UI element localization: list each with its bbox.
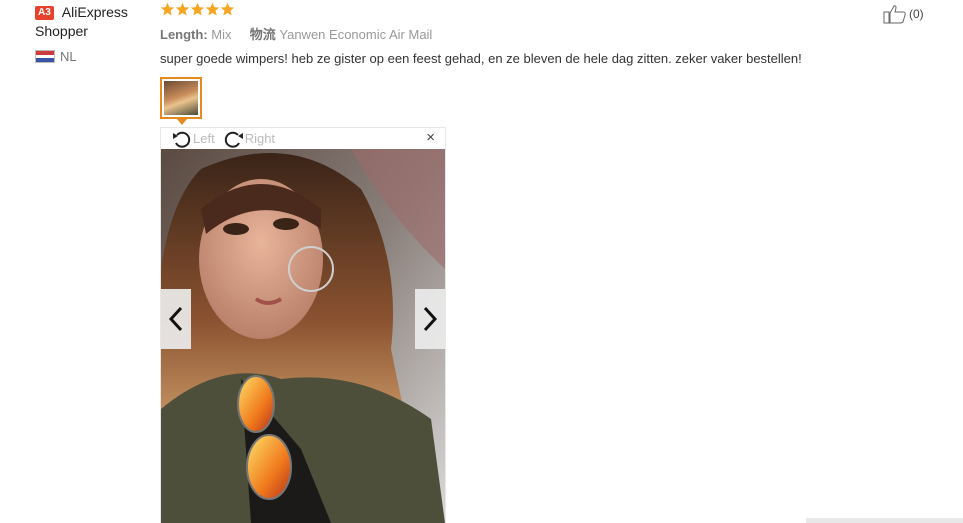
star-rating <box>160 2 860 20</box>
review-page: A3 AliExpress Shopper NL Length: Mix 物流 … <box>0 0 963 523</box>
reviewer-info: A3 AliExpress Shopper NL <box>35 4 155 64</box>
helpful-count: (0) <box>909 7 924 21</box>
reviewer-name-continued: Shopper <box>35 23 88 39</box>
star-icon <box>190 2 205 16</box>
rotate-right-button[interactable]: Right <box>223 129 275 149</box>
rotate-right-label: Right <box>244 131 276 146</box>
rotate-left-label: Left <box>193 131 215 146</box>
country-code: NL <box>60 49 77 64</box>
shipping-value: Yanwen Economic Air Mail <box>279 27 433 42</box>
rotate-left-icon <box>173 131 191 148</box>
star-icon <box>220 2 235 16</box>
horizontal-scrollbar[interactable] <box>806 518 963 523</box>
star-icon <box>175 2 190 16</box>
level-badge: A3 <box>35 5 54 20</box>
length-label: Length: <box>160 27 208 42</box>
chevron-right-icon <box>423 306 438 332</box>
review-photo-thumbnail[interactable] <box>160 77 202 119</box>
review-photo <box>161 149 445 523</box>
review-text: super goede wimpers! heb ze gister op ee… <box>160 51 802 66</box>
photo-image <box>161 149 445 523</box>
reviewer-name: AliExpress <box>61 4 128 20</box>
thumbs-up-icon <box>883 5 906 24</box>
thumbnail-image <box>164 81 198 115</box>
reviewer-name-row: A3 AliExpress <box>35 4 155 21</box>
length-value: Mix <box>211 27 232 42</box>
review-content: Length: Mix 物流 Yanwen Economic Air Mail … <box>160 2 860 125</box>
photo-viewer: Left Right × <box>160 127 446 523</box>
previous-photo-button[interactable] <box>161 289 191 349</box>
viewer-toolbar: Left Right × <box>161 128 445 149</box>
chevron-left-icon <box>168 306 183 332</box>
rotate-left-button[interactable]: Left <box>171 129 215 149</box>
thumbnail-active-caret <box>177 119 187 125</box>
shipping-label: 物流 <box>249 27 276 42</box>
rotate-right-icon <box>224 131 243 148</box>
star-icon <box>205 2 220 16</box>
next-photo-button[interactable] <box>415 289 445 349</box>
reviewer-country: NL <box>35 49 155 64</box>
star-icon <box>160 2 175 16</box>
review-meta: Length: Mix 物流 Yanwen Economic Air Mail <box>160 27 860 43</box>
helpful-button[interactable]: (0) <box>883 4 924 24</box>
flag-nl-icon <box>35 50 55 63</box>
close-icon[interactable]: × <box>426 130 435 146</box>
